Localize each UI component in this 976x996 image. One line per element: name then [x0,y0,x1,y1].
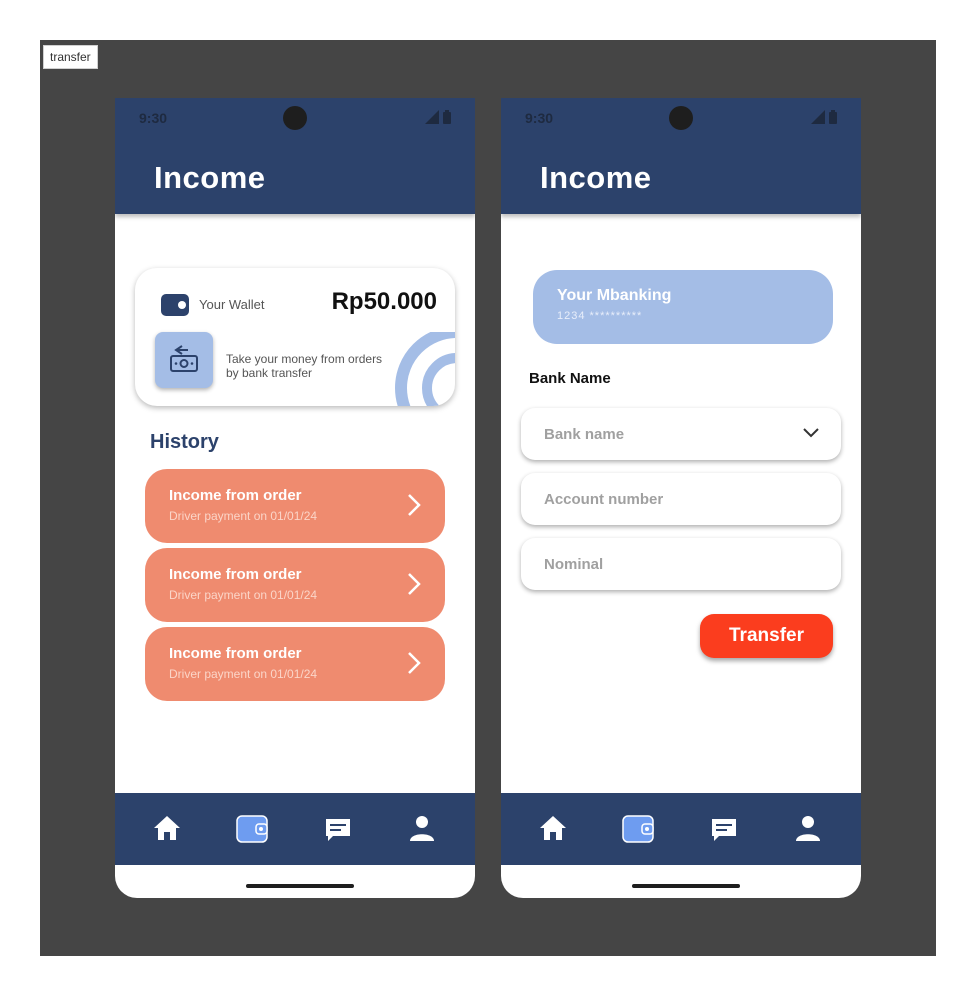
camera-cutout [283,106,307,130]
money-transfer-icon [170,345,198,372]
status-time: 9:30 [525,110,554,126]
mbanking-card: Your Mbanking 1234 ********** [533,270,833,344]
chevron-right-icon [408,652,421,674]
history-item-title: Income from order [169,566,302,583]
chat-icon[interactable] [325,818,351,842]
home-icon[interactable] [539,815,567,841]
home-icon[interactable] [153,815,181,841]
phone-screen-income: 9:30 Income Your Wallet Rp50.000 Take yo… [115,98,475,898]
app-bar: 9:30 Income [115,98,475,214]
history-item[interactable]: Income from order Driver payment on 01/0… [145,469,445,543]
wallet-icon [161,294,189,316]
chevron-right-icon [408,494,421,516]
app-bar: 9:30 Income [501,98,861,214]
transfer-button[interactable]: Transfer [700,614,833,658]
page-title: Income [154,160,266,195]
history-item[interactable]: Income from order Driver payment on 01/0… [145,627,445,701]
page-title: Income [540,160,652,195]
profile-icon[interactable] [795,815,821,841]
home-indicator[interactable] [632,884,740,888]
history-item-subtitle: Driver payment on 01/01/24 [169,588,318,602]
history-item-subtitle: Driver payment on 01/01/24 [169,667,318,681]
chevron-right-icon [408,573,421,595]
bank-name-label: Bank Name [529,370,611,387]
wallet-card: Your Wallet Rp50.000 Take your money fro… [135,268,455,406]
nominal-container [521,538,841,590]
battery-icon [443,110,451,124]
history-heading: History [150,431,219,453]
signal-icon [425,110,439,124]
bank-name-select[interactable] [521,408,841,460]
mbanking-title: Your Mbanking [557,287,672,304]
nominal-field[interactable] [544,555,784,573]
history-item-title: Income from order [169,487,302,504]
status-time: 9:30 [139,110,168,126]
wallet-label: Your Wallet [199,297,265,312]
wallet-amount: Rp50.000 [331,288,437,315]
phone-screen-transfer: 9:30 Income Your Mbanking 1234 *********… [501,98,861,898]
chevron-down-icon [803,428,819,438]
wallet-description: Take your money from orders by bank tran… [226,352,383,380]
wallet-icon[interactable] [236,815,268,843]
signal-icon [811,110,825,124]
battery-icon [829,110,837,124]
account-number-container [521,473,841,525]
wallet-icon[interactable] [622,815,654,843]
profile-icon[interactable] [409,815,435,841]
home-indicator[interactable] [246,884,354,888]
bank-transfer-button[interactable] [155,332,213,388]
bottom-nav [501,793,861,865]
camera-cutout [669,106,693,130]
chat-icon[interactable] [711,818,737,842]
decorative-rings [395,332,455,406]
bottom-nav [115,793,475,865]
bank-name-field[interactable] [544,425,784,443]
history-item[interactable]: Income from order Driver payment on 01/0… [145,548,445,622]
status-icons [811,110,837,124]
history-item-title: Income from order [169,645,302,662]
history-item-subtitle: Driver payment on 01/01/24 [169,509,318,523]
mbanking-number: 1234 ********** [557,310,643,322]
account-number-field[interactable] [544,490,784,508]
status-icons [425,110,451,124]
frame-label: transfer [43,45,98,69]
